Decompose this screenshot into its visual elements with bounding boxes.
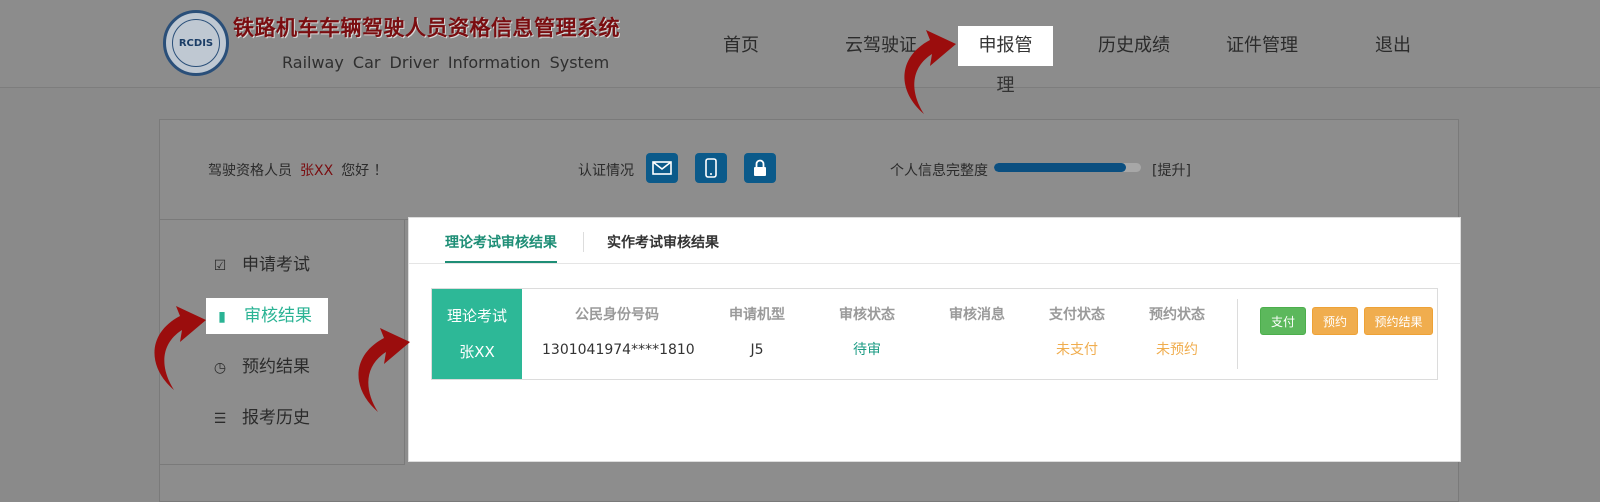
phone-icon[interactable] xyxy=(695,153,727,183)
nav-history-scores[interactable]: 历史成绩 xyxy=(1094,26,1174,66)
appointment-status-value: 未预约 xyxy=(1156,342,1198,358)
completeness-progress-bar xyxy=(994,163,1141,172)
model-value: J5 xyxy=(750,342,764,358)
book-button[interactable]: 预约 xyxy=(1312,307,1358,335)
model-header: 申请机型 xyxy=(729,307,785,323)
sidebar-item-label: 审核结果 xyxy=(244,306,312,326)
edit-icon: ☑ xyxy=(213,258,227,274)
auth-status-label: 认证情况 xyxy=(578,163,634,179)
review-message-value xyxy=(932,340,1022,360)
result-tabs: 理论考试审核结果 实作考试审核结果 xyxy=(409,218,1460,264)
improve-link[interactable]: [提升] xyxy=(1152,160,1191,180)
id-number-column: 公民身份号码 1301041974****1810 xyxy=(542,305,695,360)
greeting-suffix: 您好 ！ xyxy=(341,163,388,179)
completeness-progress-fill xyxy=(994,163,1127,172)
user-name: 张XX xyxy=(300,163,334,179)
lock-icon[interactable] xyxy=(744,153,776,183)
user-greeting: 驾驶资格人员 张XX 您好 ！ xyxy=(208,160,388,180)
payment-status-value: 未支付 xyxy=(1056,342,1098,358)
review-status-value: 待审 xyxy=(853,342,881,358)
pay-button[interactable]: 支付 xyxy=(1260,307,1306,335)
top-header: RCDIS 铁路机车车辆驾驶人员资格信息管理系统 Railway Car Dri… xyxy=(0,0,1600,96)
appointment-status-header: 预约状态 xyxy=(1149,307,1205,323)
exam-type-label: 理论考试 xyxy=(446,307,507,325)
sidebar-item-label: 预约结果 xyxy=(242,357,310,377)
review-status-column: 审核状态 待审 xyxy=(822,305,912,360)
tab-practical-review[interactable]: 实作考试审核结果 xyxy=(607,232,719,263)
mail-icon[interactable] xyxy=(646,153,678,183)
nav-application-management[interactable]: 申报管理 xyxy=(958,26,1053,96)
sidebar-item-apply-exam[interactable]: ☑ 申请考试 xyxy=(210,247,310,283)
list-icon: ☰ xyxy=(213,411,227,427)
nav-logout[interactable]: 退出 xyxy=(1373,26,1413,66)
actions-divider xyxy=(1237,299,1238,369)
model-column: 申请机型 J5 xyxy=(712,305,802,360)
sidebar-item-review-results[interactable]: ▮ 审核结果 xyxy=(206,298,328,334)
tab-theory-review[interactable]: 理论考试审核结果 xyxy=(445,232,557,263)
sidebar-item-label: 申请考试 xyxy=(242,255,310,275)
clock-icon: ◷ xyxy=(213,360,227,376)
user-info-bar: 驾驶资格人员 张XX 您好 ！ 认证情况 个人信息完整度 [提升] xyxy=(160,120,1458,220)
review-message-column: 审核消息 xyxy=(932,305,1022,360)
sidebar-item-appointment-results[interactable]: ◷ 预约结果 xyxy=(210,349,310,385)
sidebar-item-exam-history[interactable]: ☰ 报考历史 xyxy=(210,400,310,436)
applicant-name: 张XX xyxy=(459,343,495,361)
main-nav: 首页 云驾驶证 申报管理 历史成绩 证件管理 退出 xyxy=(0,26,1600,96)
nav-home[interactable]: 首页 xyxy=(711,26,771,66)
review-message-header: 审核消息 xyxy=(949,307,1005,323)
booking-result-button[interactable]: 预约结果 xyxy=(1364,307,1433,335)
tab-divider xyxy=(583,232,584,252)
annotation-arrow-nav xyxy=(904,30,956,114)
annotation-arrow-sidebar xyxy=(154,306,206,390)
id-number-value: 1301041974****1810 xyxy=(542,342,695,358)
payment-status-header: 支付状态 xyxy=(1049,307,1105,323)
completeness-label: 个人信息完整度 xyxy=(890,163,988,179)
exam-type-tag: 理论考试 张XX xyxy=(432,289,522,379)
sidebar-item-label: 报考历史 xyxy=(242,408,310,428)
nav-certificate-management[interactable]: 证件管理 xyxy=(1222,26,1302,66)
result-row: 理论考试 张XX 公民身份号码 1301041974****1810 申请机型 … xyxy=(431,288,1438,380)
payment-status-column: 支付状态 未支付 xyxy=(1032,305,1122,360)
id-number-header: 公民身份号码 xyxy=(575,307,659,323)
review-status-header: 审核状态 xyxy=(839,307,895,323)
greeting-prefix: 驾驶资格人员 xyxy=(208,163,292,179)
annotation-arrow-card xyxy=(358,328,410,412)
review-result-card: 理论考试审核结果 实作考试审核结果 理论考试 张XX 公民身份号码 130104… xyxy=(408,217,1461,462)
file-icon: ▮ xyxy=(218,309,226,325)
appointment-status-column: 预约状态 未预约 xyxy=(1132,305,1222,360)
